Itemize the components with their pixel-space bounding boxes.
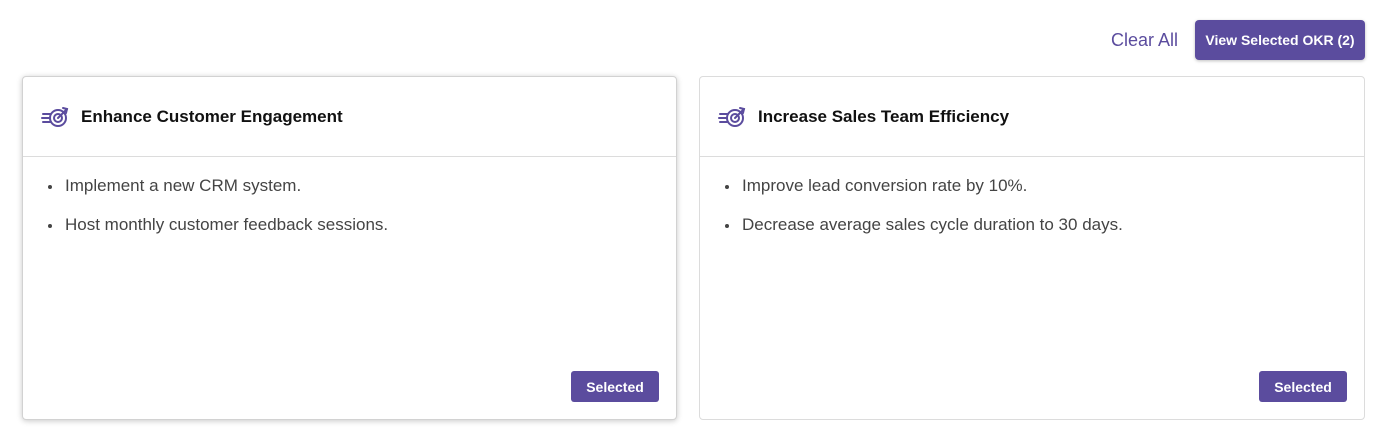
- clear-all-button[interactable]: Clear All: [1111, 30, 1178, 51]
- key-results-list: Implement a new CRM system. Host monthly…: [63, 175, 676, 236]
- okr-card[interactable]: Enhance Customer Engagement Implement a …: [22, 76, 677, 420]
- okr-card-body: Implement a new CRM system. Host monthly…: [23, 157, 676, 236]
- target-arrow-icon: [718, 105, 746, 129]
- okr-card-header: Increase Sales Team Efficiency: [700, 77, 1364, 157]
- key-result-item: Decrease average sales cycle duration to…: [740, 214, 1364, 236]
- key-results-list: Improve lead conversion rate by 10%. Dec…: [740, 175, 1364, 236]
- okr-card-body: Improve lead conversion rate by 10%. Dec…: [700, 157, 1364, 236]
- okr-card-title: Enhance Customer Engagement: [81, 106, 343, 126]
- selected-button[interactable]: Selected: [1259, 371, 1347, 402]
- okr-card-title: Increase Sales Team Efficiency: [758, 106, 1010, 126]
- key-result-item: Improve lead conversion rate by 10%.: [740, 175, 1364, 197]
- key-result-item: Host monthly customer feedback sessions.: [63, 214, 676, 236]
- selected-button[interactable]: Selected: [571, 371, 659, 402]
- okr-card[interactable]: Increase Sales Team Efficiency Improve l…: [699, 76, 1365, 420]
- view-selected-okr-button[interactable]: View Selected OKR (2): [1195, 20, 1365, 60]
- key-result-item: Implement a new CRM system.: [63, 175, 676, 197]
- okr-card-header: Enhance Customer Engagement: [23, 77, 676, 157]
- toolbar: Clear All View Selected OKR (2): [1111, 20, 1365, 60]
- target-arrow-icon: [41, 105, 69, 129]
